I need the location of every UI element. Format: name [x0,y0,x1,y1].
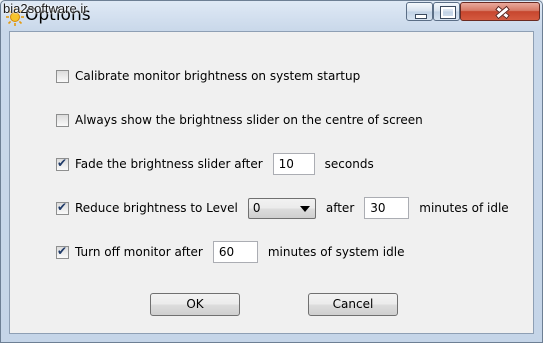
dialog-body: Calibrate monitor brightness on system s… [9,31,534,334]
turn-off-label: Turn off monitor after [75,245,203,259]
turn-off-checkbox[interactable] [56,244,69,259]
option-always-show: Always show the brightness slider on the… [56,108,423,132]
fade-suffix: seconds [324,157,374,171]
turn-off-minutes-input[interactable]: 60 [212,241,258,263]
options-window: Options bia2software.ir Calibrate monito… [0,0,543,343]
reduce-minutes-input[interactable]: 30 [364,197,410,219]
turn-off-suffix: minutes of system idle [267,245,405,259]
option-fade: Fade the brightness slider after 10 seco… [56,152,374,176]
close-button[interactable] [460,2,540,21]
fade-label: Fade the brightness slider after [75,157,263,171]
chevron-down-icon [299,205,310,212]
cancel-button[interactable]: Cancel [308,293,398,316]
minimize-button[interactable] [406,2,433,21]
always-show-label: Always show the brightness slider on the… [75,113,423,127]
option-turn-off: Turn off monitor after 60 minutes of sys… [56,240,404,264]
fade-seconds-input[interactable]: 10 [272,153,315,175]
reduce-label: Reduce brightness to Level [75,201,238,215]
reduce-suffix: minutes of idle [419,201,509,215]
always-show-checkbox[interactable] [56,113,69,127]
watermark-text: bia2software.ir [3,1,88,16]
option-reduce: Reduce brightness to Level 0 after 30 mi… [56,196,509,220]
title-bar[interactable]: Options bia2software.ir [1,1,542,31]
fade-checkbox[interactable] [56,156,69,171]
reduce-checkbox[interactable] [56,200,69,215]
level-value: 0 [252,200,261,215]
calibrate-checkbox[interactable] [56,69,69,83]
calibrate-label: Calibrate monitor brightness on system s… [75,69,361,83]
option-calibrate: Calibrate monitor brightness on system s… [56,64,360,88]
ok-button[interactable]: OK [150,293,240,316]
level-dropdown[interactable]: 0 [247,197,316,219]
maximize-button[interactable] [433,2,460,21]
reduce-after-label: after [325,201,355,215]
